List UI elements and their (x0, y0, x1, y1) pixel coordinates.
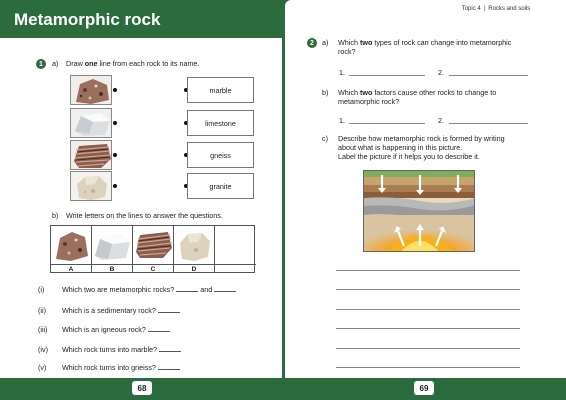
q2a-label: a) (322, 38, 329, 47)
answer-blank[interactable] (176, 286, 199, 292)
subquestion-iii: (iii) Which is an igneous rock? (38, 325, 170, 335)
table-label-empty (215, 264, 256, 273)
answer-line[interactable] (336, 309, 520, 310)
rock-image-limestone (70, 171, 112, 201)
rock-name-box: gneiss (187, 142, 254, 168)
rock-dot-1[interactable] (113, 88, 117, 92)
left-page: Metamorphic rock 1 a) Draw one line from… (0, 0, 282, 378)
rock-image-marble (70, 108, 112, 138)
page-number-right: 69 (414, 381, 434, 395)
subquestion-i: (i) Which two are metamorphic rocks? and (38, 285, 237, 295)
rock-name-box: marble (187, 77, 254, 103)
rock-image-gneiss (70, 140, 112, 170)
page-title: Metamorphic rock (14, 10, 161, 29)
q1a-instruction: Draw one line from each rock to its name… (66, 59, 200, 68)
q2c-label: c) (322, 134, 328, 143)
table-label: D (174, 264, 215, 273)
rock-image-granite (70, 75, 112, 105)
answer-num: 2. (438, 116, 444, 125)
rock-dot-2[interactable] (113, 121, 117, 125)
q2a-question-line2: rock? (338, 47, 356, 56)
answer-blank[interactable] (157, 364, 180, 370)
answer-line[interactable] (336, 328, 520, 329)
rock-letter-table: A B C D (50, 225, 256, 273)
table-label: B (92, 264, 133, 273)
answer-line[interactable] (336, 367, 520, 368)
q2b-question-line2: metamorphic rock? (338, 97, 400, 106)
table-label: A (51, 264, 92, 273)
table-label: C (133, 264, 174, 273)
q1b-label: b) (52, 211, 59, 220)
answer-line[interactable] (449, 75, 528, 76)
topic-tab: Topic 4 | Rocks and soils (426, 0, 566, 17)
q1a-label: a) (52, 59, 59, 68)
answer-blank[interactable] (214, 286, 237, 292)
subquestion-iv: (iv) Which rock turns into marble? (38, 345, 182, 355)
table-rock-d (174, 226, 215, 264)
question-1-badge: 1 (36, 59, 46, 69)
table-rock-b (92, 226, 133, 264)
answer-blank[interactable] (159, 346, 182, 352)
rock-name-box: granite (187, 173, 254, 199)
q2c-question-line3: Label the picture if it helps you to des… (338, 152, 480, 161)
rock-dot-4[interactable] (113, 184, 117, 188)
answer-line[interactable] (336, 348, 520, 349)
answer-line[interactable] (349, 75, 425, 76)
table-cell-empty (215, 226, 256, 264)
answer-blank[interactable] (157, 307, 180, 313)
rock-dot-3[interactable] (113, 153, 117, 157)
answer-num: 1. (339, 68, 345, 77)
metamorphic-rock-diagram (363, 170, 475, 252)
subquestion-ii: (ii) Which is a sedimentary rock? (38, 306, 180, 316)
answer-line[interactable] (449, 123, 528, 124)
q1b-instruction: Write letters on the lines to answer the… (66, 211, 223, 220)
rock-name-box: limestone (187, 110, 254, 136)
table-rock-c (133, 226, 174, 264)
q2a-question: Which two types of rock can change into … (338, 38, 512, 47)
answer-line[interactable] (336, 270, 520, 271)
q2b-label: b) (322, 88, 329, 97)
answer-num: 1. (339, 116, 345, 125)
answer-line[interactable] (336, 289, 520, 290)
question-2-badge: 2 (307, 38, 317, 48)
page-number-left: 68 (132, 381, 152, 395)
answer-line[interactable] (349, 123, 425, 124)
subquestion-v: (v) Which rock turns into gneiss? (38, 363, 180, 373)
answer-num: 2. (438, 68, 444, 77)
table-rock-a (51, 226, 92, 264)
answer-blank[interactable] (147, 326, 170, 332)
